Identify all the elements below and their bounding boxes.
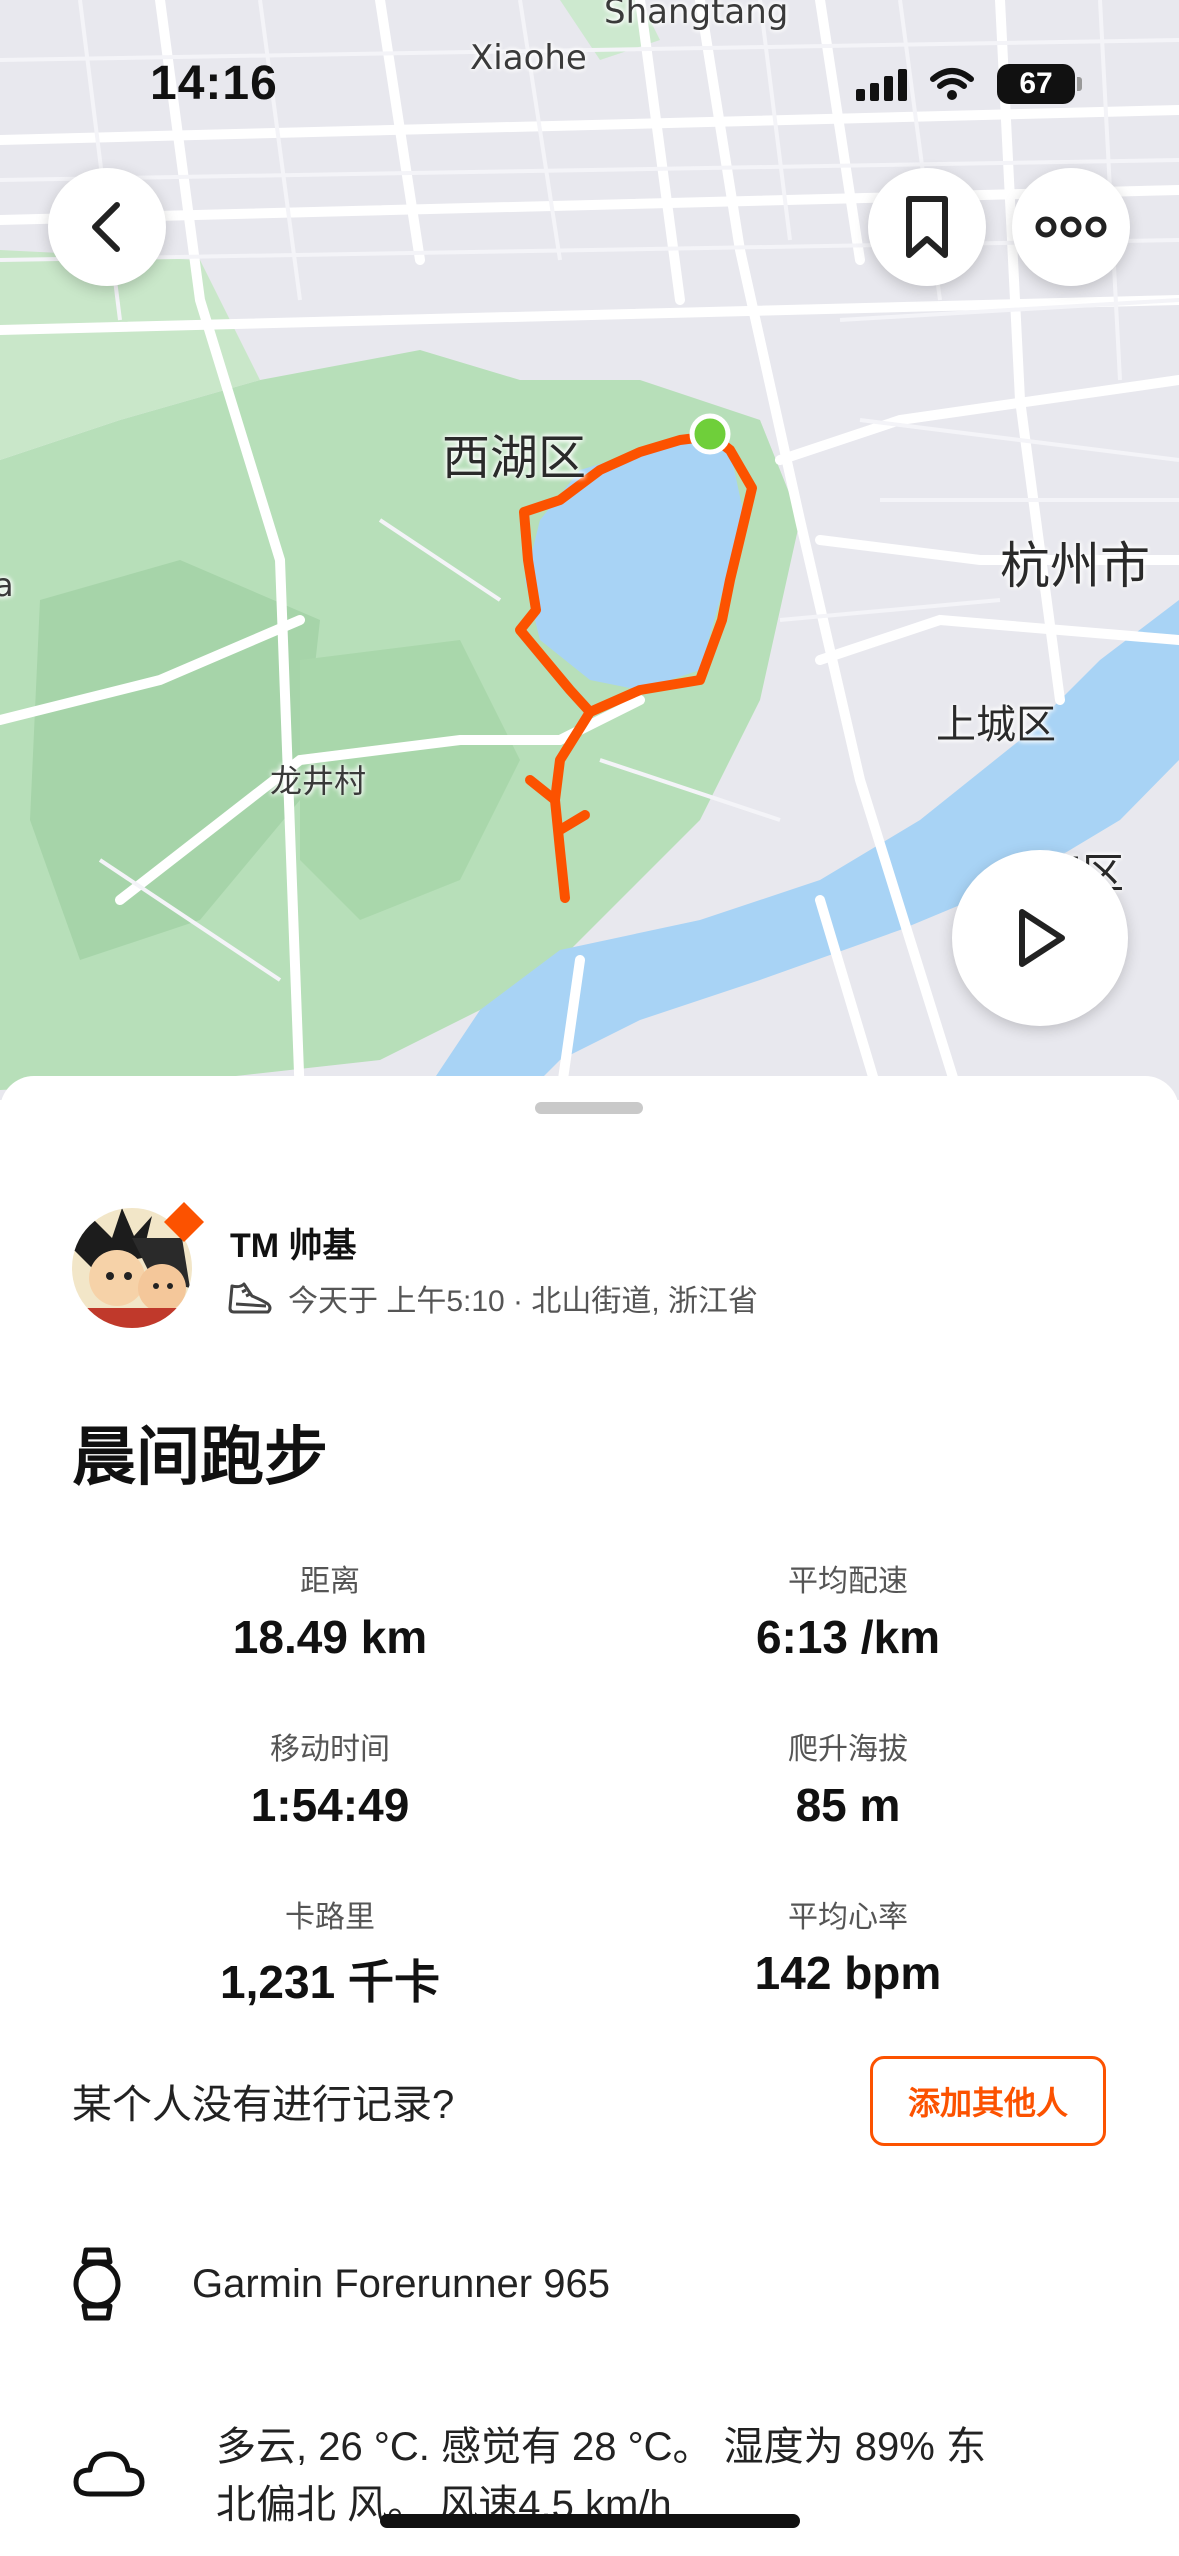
activity-title: 晨间跑步 xyxy=(72,1421,328,1493)
map-label: 上城区 xyxy=(936,702,1056,748)
stat-label: 爬升海拔 xyxy=(788,1733,908,1766)
stat-value: 142 bpm xyxy=(754,1947,942,1999)
stat-distance: 距离 18.49 km xyxy=(90,1556,570,1664)
map-label: Xiaohe xyxy=(470,38,587,78)
stat-label: 距离 xyxy=(300,1565,360,1598)
wifi-icon xyxy=(930,68,974,100)
map-label: 龙井村 xyxy=(270,762,367,800)
stat-moving-time: 移动时间 1:54:49 xyxy=(90,1724,570,1832)
stat-label: 平均心率 xyxy=(788,1901,908,1934)
map-label: 西湖区 xyxy=(442,430,587,486)
stat-value: 1:54:49 xyxy=(250,1779,410,1831)
home-indicator[interactable] xyxy=(380,2514,800,2528)
battery-icon: 67 xyxy=(997,64,1082,104)
stat-avg-heart-rate: 平均心率 142 bpm xyxy=(608,1892,1088,2000)
stat-label: 平均配速 xyxy=(788,1565,908,1598)
stat-value: 6:13 /km xyxy=(755,1611,941,1663)
watch-icon xyxy=(73,2247,121,2321)
back-icon xyxy=(92,202,120,252)
activity-detail-sheet: TM 帅基 今天于 上午5:10 · 北山街道, 浙江省 晨间跑步 距离 18.… xyxy=(0,1076,1179,2556)
device-name: Garmin Forerunner 965 xyxy=(192,2261,610,2306)
cloud-icon xyxy=(73,2451,145,2497)
stat-value: 18.49 km xyxy=(232,1611,428,1663)
sheet-drag-handle[interactable] xyxy=(535,1102,643,1114)
shoe-icon xyxy=(228,1282,272,1314)
status-time: 14:16 xyxy=(150,57,278,110)
more-options-button[interactable] xyxy=(1012,168,1130,286)
stat-label: 移动时间 xyxy=(270,1733,390,1766)
stat-elevation: 爬升海拔 85 m xyxy=(608,1724,1088,1832)
athlete-name[interactable]: TM 帅基 xyxy=(230,1218,357,1267)
stat-value: 1,231 千卡 xyxy=(220,1956,440,2008)
bookmark-icon xyxy=(906,196,948,258)
back-button[interactable] xyxy=(48,168,166,286)
bookmark-button[interactable] xyxy=(868,168,986,286)
stat-avg-pace: 平均配速 6:13 /km xyxy=(608,1556,1088,1664)
activity-date-location: 今天于 上午5:10 · 北山街道, 浙江省 xyxy=(288,1285,759,1318)
play-flyover-button[interactable] xyxy=(952,850,1128,1026)
play-icon xyxy=(1019,909,1065,967)
cellular-signal-icon xyxy=(856,67,907,101)
stat-value: 85 m xyxy=(795,1779,901,1831)
status-icons: 67 xyxy=(856,64,1082,104)
map-label: Shangtang xyxy=(604,0,789,32)
route-start-marker xyxy=(689,413,731,455)
athlete-avatar[interactable] xyxy=(72,1202,204,1332)
map-label: 杭州市 xyxy=(1000,537,1150,595)
battery-level: 67 xyxy=(1019,67,1053,100)
activity-meta: 今天于 上午5:10 · 北山街道, 浙江省 xyxy=(226,1276,758,1320)
add-others-button[interactable]: 添加其他人 xyxy=(870,2056,1106,2146)
more-icon xyxy=(1035,216,1107,238)
device-row[interactable]: Garmin Forerunner 965 xyxy=(72,2246,610,2322)
add-others-prompt: 某个人没有进行记录? xyxy=(72,2083,455,2127)
stat-calories: 卡路里 1,231 千卡 xyxy=(90,1892,570,2012)
map-label: a xyxy=(0,566,14,604)
stat-label: 卡路里 xyxy=(285,1901,375,1934)
subscriber-badge-icon xyxy=(164,1202,204,1242)
